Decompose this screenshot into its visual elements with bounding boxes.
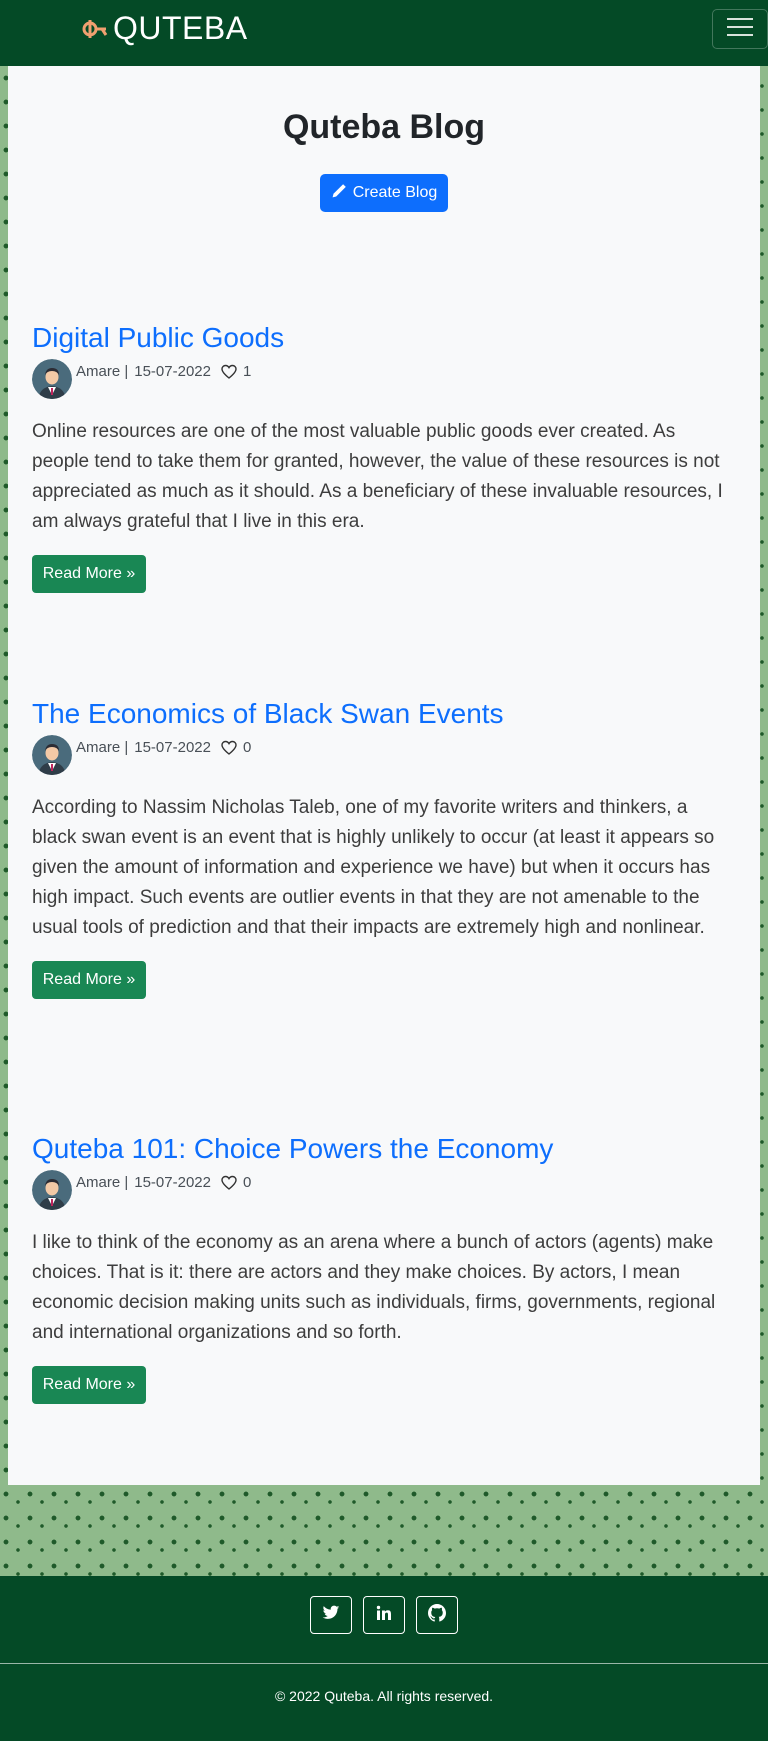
post-excerpt: I like to think of the economy as an are…	[32, 1232, 716, 1343]
post-likes-count: 0	[242, 1174, 252, 1191]
post-likes-count: 0	[242, 739, 252, 756]
blog-post: The Economics of Black Swan Events Amare…	[32, 697, 736, 999]
post-title-link[interactable]: The Economics of Black Swan Events	[32, 697, 736, 731]
heart-icon[interactable]	[221, 740, 237, 756]
post-title-link[interactable]: Quteba 101: Choice Powers the Economy	[32, 1132, 736, 1166]
post-meta: Amare | 15-07-2022 0	[32, 1170, 736, 1214]
author-avatar	[32, 1170, 72, 1210]
navbar-toggler-button[interactable]	[712, 9, 768, 49]
blog-post: Digital Public Goods Amare | 15-07-2022	[32, 321, 736, 593]
create-blog-label: Create Blog	[352, 184, 438, 201]
pencil-icon	[331, 183, 347, 204]
copyright-text: © 2022 Quteba. All rights reserved.	[0, 1688, 768, 1704]
hamburger-menu-icon	[726, 16, 754, 43]
post-author: Amare |	[76, 739, 129, 756]
read-more-button[interactable]: Read More »	[32, 555, 146, 593]
post-meta-text: Amare | 15-07-2022 0	[76, 1174, 251, 1191]
github-icon	[428, 1603, 446, 1627]
author-avatar	[32, 735, 72, 775]
blog-container: Quteba Blog Create Blog Digital Public G…	[8, 66, 760, 1485]
post-author: Amare |	[76, 1174, 129, 1191]
post-date: 15-07-2022	[134, 363, 211, 380]
post-title-link[interactable]: Digital Public Goods	[32, 321, 736, 355]
heart-icon[interactable]	[221, 364, 237, 380]
quteba-logo-icon	[80, 14, 110, 44]
post-date: 15-07-2022	[134, 739, 211, 756]
post-date: 15-07-2022	[134, 1174, 211, 1191]
linkedin-link[interactable]	[363, 1596, 405, 1634]
post-excerpt: According to Nassim Nicholas Taleb, one …	[32, 797, 715, 938]
post-likes-count: 1	[242, 363, 252, 380]
brand-link[interactable]: QUTEBA	[80, 10, 248, 47]
heart-icon[interactable]	[221, 1175, 237, 1191]
linkedin-icon	[376, 1605, 392, 1626]
brand-text: QUTEBA	[113, 10, 248, 46]
author-avatar	[32, 359, 72, 399]
post-author: Amare |	[76, 363, 129, 380]
post-meta-text: Amare | 15-07-2022 1	[76, 363, 251, 380]
read-more-button[interactable]: Read More »	[32, 1366, 146, 1404]
navbar: QUTEBA	[0, 0, 768, 66]
post-excerpt: Online resources are one of the most val…	[32, 421, 723, 532]
create-blog-button[interactable]: Create Blog	[320, 174, 448, 212]
post-meta-text: Amare | 15-07-2022 0	[76, 739, 251, 756]
twitter-link[interactable]	[310, 1596, 352, 1634]
post-meta: Amare | 15-07-2022 0	[32, 735, 736, 779]
read-more-button[interactable]: Read More »	[32, 961, 146, 999]
page-title: Quteba Blog	[282, 108, 486, 146]
post-meta: Amare | 15-07-2022 1	[32, 359, 736, 403]
blog-post: Quteba 101: Choice Powers the Economy Am…	[32, 1132, 736, 1404]
github-link[interactable]	[416, 1596, 458, 1634]
copyright-icon: ©	[274, 1688, 286, 1704]
footer-divider	[0, 1663, 768, 1664]
copyright-label: 2022 Quteba. All rights reserved.	[289, 1688, 494, 1704]
twitter-icon	[322, 1605, 340, 1626]
footer: © 2022 Quteba. All rights reserved.	[0, 1576, 768, 1741]
